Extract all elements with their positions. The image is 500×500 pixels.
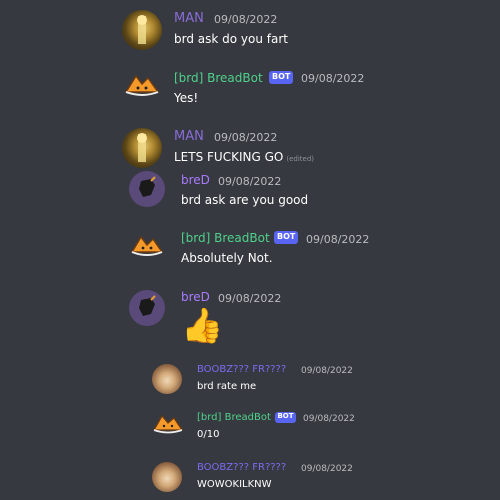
message-text: LETS FUCKING GO (edited)	[174, 150, 314, 164]
bot-badge: BOT	[275, 412, 296, 423]
avatar-boobz[interactable]	[152, 462, 182, 492]
timestamp: 09/08/2022	[306, 233, 370, 246]
username[interactable]: [brd] BreadBot	[181, 231, 270, 245]
man-figure-icon	[137, 133, 147, 162]
username[interactable]: MAN	[174, 129, 204, 144]
username[interactable]: [brd] BreadBot	[174, 71, 263, 85]
edited-label: (edited)	[286, 155, 314, 163]
avatar-man[interactable]	[122, 128, 162, 168]
avatar-breadbot[interactable]	[152, 412, 184, 438]
bird-icon	[139, 176, 156, 197]
avatar-boobz[interactable]	[152, 364, 182, 394]
username[interactable]: BOOBZ??? FR????	[197, 364, 286, 375]
message-body: LETS FUCKING GO	[174, 150, 284, 164]
timestamp: 09/08/2022	[301, 72, 365, 85]
thumbs-up-emoji: 👍	[181, 306, 224, 346]
bread-icon	[152, 414, 184, 434]
message-text: 0/10	[197, 429, 220, 440]
man-figure-icon	[137, 15, 147, 44]
username[interactable]: BOOBZ??? FR????	[197, 462, 286, 473]
username[interactable]: breD	[181, 173, 210, 187]
message-text: brd rate me	[197, 381, 257, 392]
timestamp: 09/08/2022	[301, 464, 353, 474]
message-text: brd ask do you fart	[174, 32, 288, 46]
bot-badge: BOT	[269, 71, 293, 84]
message-text: Yes!	[174, 91, 199, 105]
message-text: WOWOKILKNW	[197, 479, 272, 490]
timestamp: 09/08/2022	[214, 13, 278, 26]
username[interactable]: MAN	[174, 11, 204, 26]
bird-icon	[139, 295, 156, 316]
avatar-bred[interactable]	[129, 171, 165, 207]
avatar-breadbot[interactable]	[122, 70, 162, 102]
timestamp: 09/08/2022	[218, 175, 282, 188]
timestamp: 09/08/2022	[303, 414, 355, 424]
timestamp: 09/08/2022	[301, 366, 353, 376]
avatar-bred[interactable]	[129, 290, 165, 326]
avatar-breadbot[interactable]	[129, 232, 165, 262]
bot-badge: BOT	[274, 231, 298, 244]
message-text: brd ask are you good	[181, 193, 309, 207]
username[interactable]: breD	[181, 290, 210, 304]
message-text: Absolutely Not.	[181, 251, 273, 265]
username[interactable]: [brd] BreadBot	[197, 412, 271, 423]
timestamp: 09/08/2022	[214, 131, 278, 144]
avatar-man[interactable]	[122, 10, 162, 50]
timestamp: 09/08/2022	[218, 292, 282, 305]
bread-icon	[124, 74, 160, 96]
bread-icon	[130, 235, 164, 256]
